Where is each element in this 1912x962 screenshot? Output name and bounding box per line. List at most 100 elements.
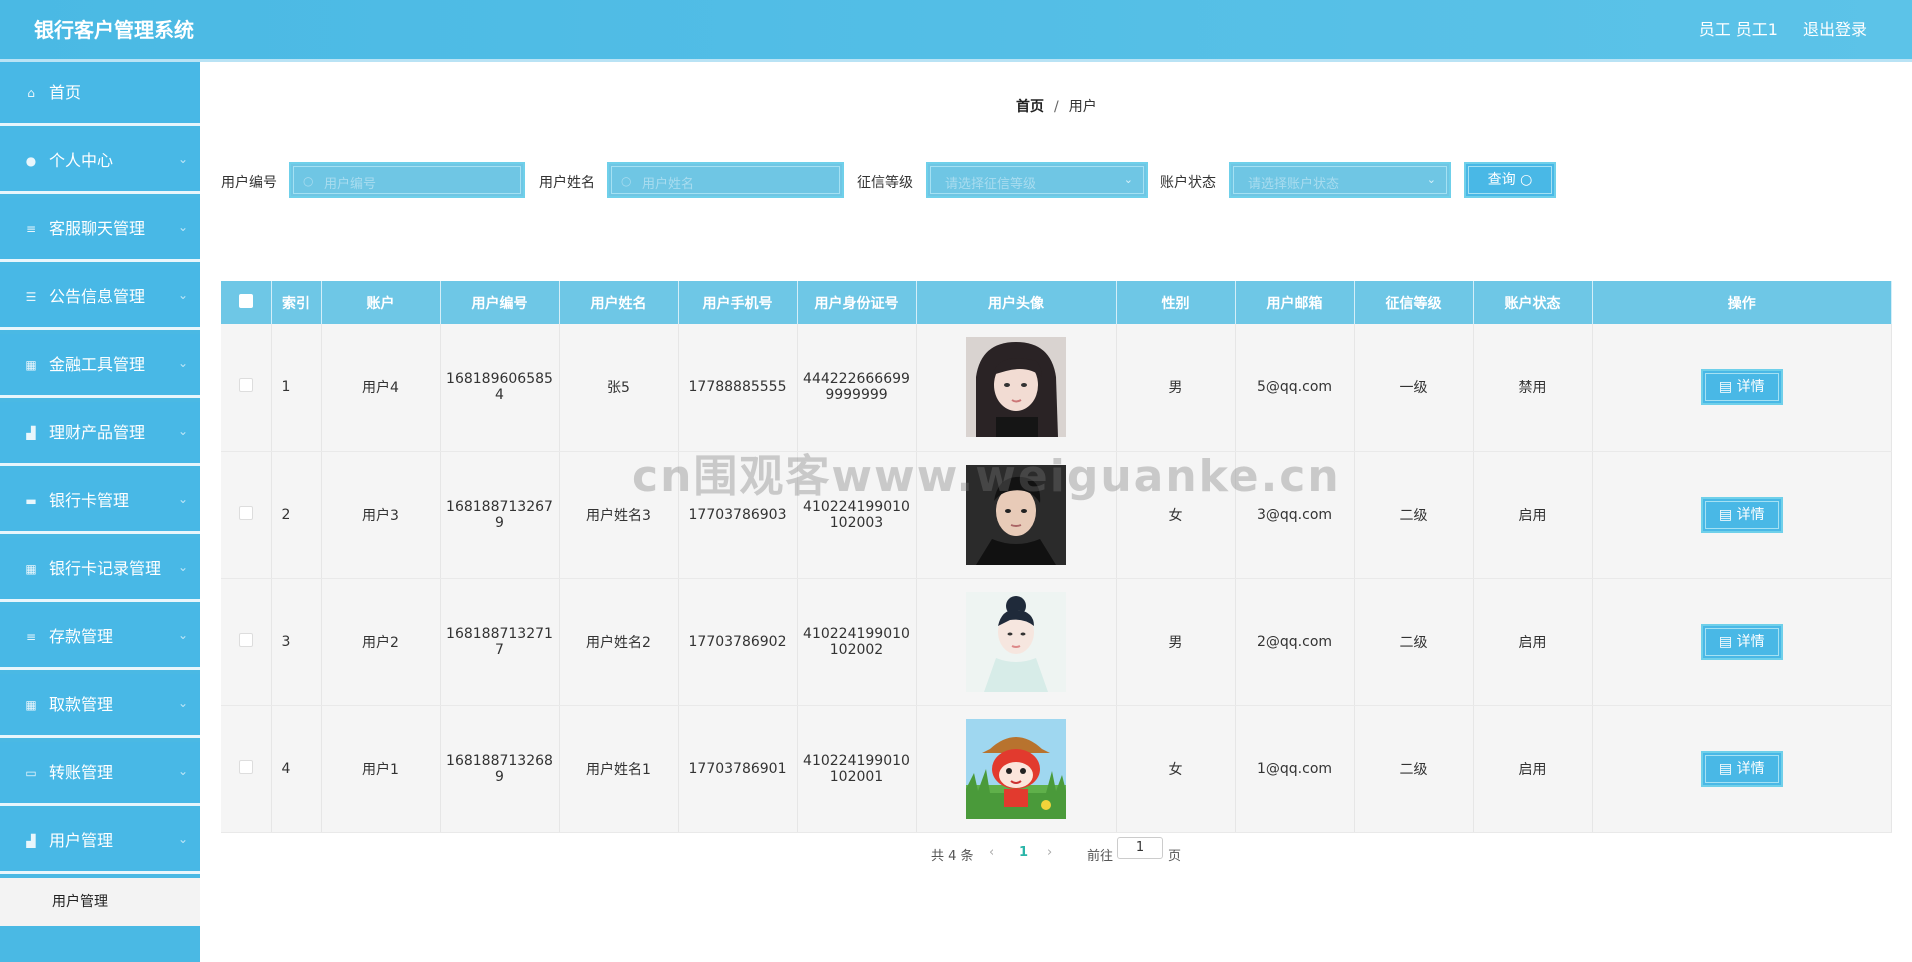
detail-button-label: 详情 (1736, 760, 1765, 777)
sidebar-item-label: 理财产品管理 (49, 423, 146, 442)
cell-user-name: 用户姓名2 (559, 578, 679, 706)
row-select-cell (221, 705, 272, 833)
cell-avatar (916, 324, 1117, 452)
table-header-row: 索引 账户 用户编号 用户姓名 用户手机号 用户身份证号 用户头像 性别 用户邮… (221, 281, 1892, 324)
sidebar-subitem-user-management[interactable]: 用户管理 (0, 878, 200, 926)
top-header: 银行客户管理系统 员工 员工1 退出登录 (0, 0, 1912, 62)
sidebar: ⌂ 首页 ● 个人中心 ⌄ ≡ 客服聊天管理 ⌄ ☰ 公告信息管理 ⌄ ▦ 金融… (0, 62, 200, 962)
detail-button-label: 详情 (1736, 379, 1765, 396)
user-name-placeholder: 用户姓名 (642, 177, 695, 192)
user-no-input[interactable]: ○ 用户编号 (289, 162, 525, 198)
sidebar-item-card-records[interactable]: ▦ 银行卡记录管理 ⌄ (0, 538, 200, 602)
chevron-down-icon: ⌄ (177, 424, 188, 438)
chevron-down-icon: ⌄ (177, 832, 188, 846)
home-icon: ⌂ (27, 86, 35, 100)
chevron-down-icon: ⌄ (177, 628, 188, 642)
watermark: cn围观客www.weiguanke.cn (632, 451, 1341, 502)
sidebar-item-chat[interactable]: ≡ 客服聊天管理 ⌄ (0, 198, 200, 262)
sidebar-item-label: 转账管理 (49, 763, 114, 782)
cell-id-number: 410224199010 102002 (797, 578, 917, 706)
user-no-label: 用户编号 (221, 175, 277, 191)
cell-email: 1@qq.com (1235, 705, 1355, 833)
cell-id-number: 444222666699 9999999 (797, 324, 917, 452)
header-id-number: 用户身份证号 (797, 281, 917, 324)
user-no-line1: 168188713271 (446, 625, 553, 642)
cell-user-no: 168188713267 9 (440, 451, 560, 579)
cell-credit: 二级 (1354, 451, 1474, 579)
header-status: 账户状态 (1473, 281, 1593, 324)
chevron-down-icon: ⌄ (1123, 173, 1133, 186)
cell-credit: 一级 (1354, 324, 1474, 452)
cell-email: 5@qq.com (1235, 324, 1355, 452)
user-no-line1: 168189606585 (446, 371, 553, 388)
cell-email: 2@qq.com (1235, 578, 1355, 706)
cell-actions: ▤ 详情 (1592, 578, 1892, 706)
sidebar-item-bank-card[interactable]: ▬ 银行卡管理 ⌄ (0, 470, 200, 534)
breadcrumb-current: 用户 (1068, 99, 1097, 115)
sidebar-item-label: 用户管理 (49, 831, 114, 850)
user-name-input[interactable]: ○ 用户姓名 (607, 162, 844, 198)
search-icon: ○ (1520, 172, 1533, 188)
header-email: 用户邮箱 (1235, 281, 1355, 324)
query-button[interactable]: 查询 ○ (1464, 162, 1556, 198)
select-all-checkbox[interactable] (238, 293, 253, 308)
user-no-line2: 9 (495, 768, 504, 785)
row-select-cell (221, 324, 272, 452)
sidebar-item-withdraw[interactable]: ▦ 取款管理 ⌄ (0, 674, 200, 738)
breadcrumb-home[interactable]: 首页 (1016, 99, 1044, 115)
user-avatar-image (966, 718, 1066, 819)
sidebar-item-label: 个人中心 (49, 151, 114, 170)
detail-button[interactable]: ▤ 详情 (1700, 496, 1783, 533)
document-icon: ▤ (1718, 506, 1733, 523)
breadcrumb: 首页 / 用户 (1016, 96, 1097, 116)
user-no-placeholder: 用户编号 (324, 177, 377, 192)
logout-link[interactable]: 退出登录 (1803, 0, 1867, 60)
row-checkbox[interactable] (238, 632, 253, 647)
sidebar-item-notice[interactable]: ☰ 公告信息管理 ⌄ (0, 266, 200, 330)
sidebar-item-home[interactable]: ⌂ 首页 (0, 62, 200, 126)
row-checkbox[interactable] (238, 759, 253, 774)
cell-gender: 男 (1116, 324, 1236, 452)
page-number-current[interactable]: 1 (1019, 845, 1028, 860)
sidebar-item-wealth-products[interactable]: ▟ 理财产品管理 ⌄ (0, 402, 200, 466)
sidebar-item-label: 银行卡记录管理 (49, 559, 162, 578)
cell-index: 3 (271, 578, 322, 706)
sidebar-item-deposit[interactable]: ≡ 存款管理 ⌄ (0, 606, 200, 670)
chevron-down-icon: ⌄ (177, 288, 188, 302)
goto-page-input[interactable]: 1 (1117, 837, 1163, 859)
detail-button[interactable]: ▤ 详情 (1700, 369, 1783, 406)
credit-level-select[interactable]: 请选择征信等级 ⌄ (926, 162, 1148, 198)
user-no-line2: 4 (495, 387, 504, 404)
user-no-line1: 168188713267 (446, 498, 553, 515)
id-line1: 410224199010 (803, 625, 910, 642)
cell-credit: 二级 (1354, 705, 1474, 833)
page-suffix: 页 (1168, 849, 1182, 864)
sidebar-item-transfer[interactable]: ▭ 转账管理 ⌄ (0, 742, 200, 806)
cell-user-no: 168189606585 4 (440, 324, 560, 452)
next-page-button[interactable]: › (1047, 845, 1052, 860)
user-icon: ● (25, 154, 37, 168)
detail-button[interactable]: ▤ 详情 (1700, 623, 1783, 660)
cell-credit: 二级 (1354, 578, 1474, 706)
prev-page-button[interactable]: ‹ (989, 845, 994, 860)
menu-icon: ≡ (25, 222, 37, 236)
row-checkbox[interactable] (238, 505, 253, 520)
user-avatar-image (966, 591, 1066, 692)
row-checkbox[interactable] (238, 378, 253, 393)
cell-user-no: 168188713271 7 (440, 578, 560, 706)
chevron-down-icon: ⌄ (177, 764, 188, 778)
row-select-cell (221, 578, 272, 706)
sidebar-item-user-management[interactable]: ▟ 用户管理 ⌄ (0, 810, 200, 874)
sidebar-item-finance-tools[interactable]: ▦ 金融工具管理 ⌄ (0, 334, 200, 398)
cell-status: 禁用 (1473, 324, 1593, 452)
detail-button[interactable]: ▤ 详情 (1700, 750, 1783, 787)
document-icon: ▤ (1718, 760, 1733, 777)
sidebar-item-personal-center[interactable]: ● 个人中心 ⌄ (0, 130, 200, 194)
user-avatar-image (966, 337, 1066, 438)
table-row: 1 用户4 168189606585 4 张5 17788885555 44422… (221, 324, 1892, 452)
account-status-select[interactable]: 请选择账户状态 ⌄ (1229, 162, 1451, 198)
cell-user-name: 张5 (559, 324, 679, 452)
sidebar-item-label: 金融工具管理 (49, 355, 146, 374)
id-line2: 102003 (829, 514, 884, 531)
cell-phone: 17703786901 (678, 705, 798, 833)
